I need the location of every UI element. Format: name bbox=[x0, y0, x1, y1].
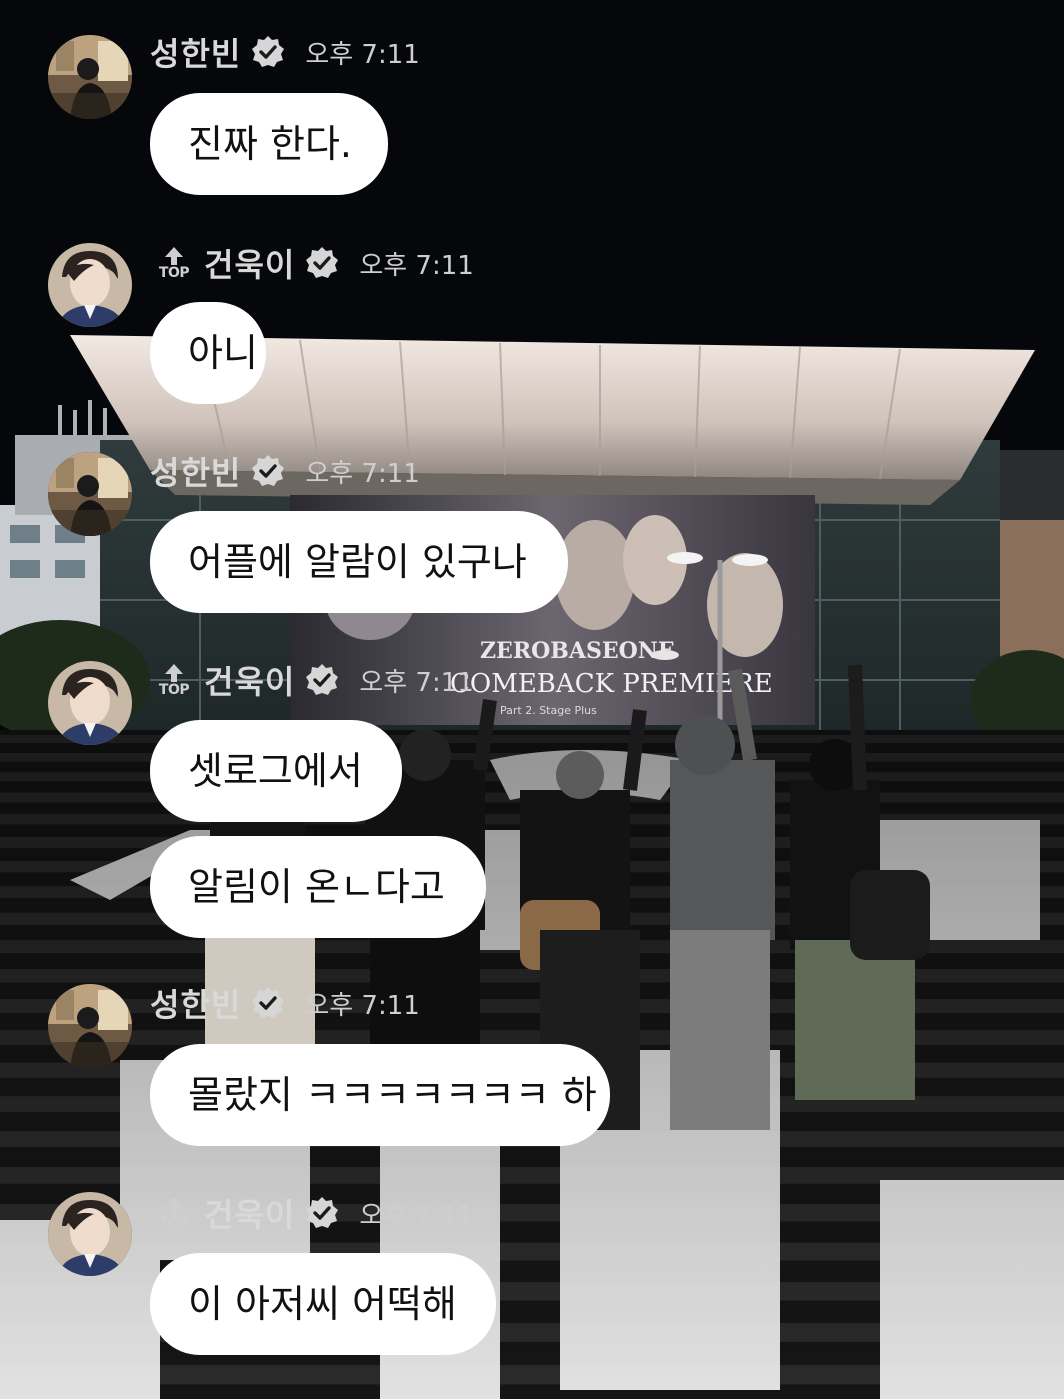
message-time: 오후 7:11 bbox=[359, 667, 474, 698]
verified-check-icon bbox=[252, 455, 285, 486]
message-bubble[interactable]: 어플에 알람이 있구나 bbox=[150, 511, 568, 613]
sender-name[interactable]: 성한빈 bbox=[150, 980, 241, 1026]
avatar-seonghanbin[interactable] bbox=[48, 35, 132, 119]
top-arrow-icon: TOP bbox=[158, 1196, 190, 1231]
message-header: TOP 건욱이 오후 7:11 bbox=[158, 1185, 474, 1241]
top-arrow-icon: TOP bbox=[158, 246, 190, 281]
top-badge-label: TOP bbox=[158, 681, 190, 698]
avatar-geonuk[interactable] bbox=[48, 243, 132, 327]
chat-overlay: 성한빈 오후 7:11 진짜 한다. TOP 건욱이 오후 7:11 아니 성한빈 오후 7:1… bbox=[0, 0, 1064, 1399]
top-badge-label: TOP bbox=[158, 1214, 190, 1231]
message-time: 오후 7:11 bbox=[305, 39, 420, 70]
avatar-geonuk[interactable] bbox=[48, 661, 132, 745]
message-time: 오후 7:11 bbox=[359, 250, 474, 281]
message-bubble[interactable]: 이 아저씨 어떡해 bbox=[150, 1253, 496, 1355]
sender-name[interactable]: 건욱이 bbox=[204, 1190, 295, 1236]
sender-name[interactable]: 성한빈 bbox=[150, 448, 241, 494]
avatar-seonghanbin[interactable] bbox=[48, 452, 132, 536]
message-header: 성한빈 오후 7:11 bbox=[150, 975, 420, 1031]
message-time: 오후 7:11 bbox=[359, 1200, 474, 1231]
message-bubble[interactable]: 알림이 온ㄴ다고 bbox=[150, 836, 486, 938]
verified-check-icon bbox=[306, 664, 339, 695]
message-time: 오후 7:11 bbox=[305, 458, 420, 489]
sender-name[interactable]: 건욱이 bbox=[204, 240, 295, 286]
avatar-seonghanbin[interactable] bbox=[48, 984, 132, 1068]
message-header: TOP 건욱이 오후 7:11 bbox=[158, 652, 474, 708]
avatar-geonuk[interactable] bbox=[48, 1192, 132, 1276]
top-badge-label: TOP bbox=[158, 264, 190, 281]
message-header: TOP 건욱이 오후 7:11 bbox=[158, 235, 474, 291]
message-bubble[interactable]: 진짜 한다. bbox=[150, 93, 388, 195]
message-bubble[interactable]: 아니 bbox=[150, 302, 266, 404]
message-time: 오후 7:11 bbox=[305, 990, 420, 1021]
verified-check-icon bbox=[306, 1197, 339, 1228]
verified-check-icon bbox=[252, 987, 285, 1018]
message-bubble[interactable]: 몰랐지 ㅋㅋㅋㅋㅋㅋㅋ 하 bbox=[150, 1044, 610, 1146]
verified-check-icon bbox=[252, 36, 285, 67]
verified-check-icon bbox=[306, 247, 339, 278]
message-header: 성한빈 오후 7:11 bbox=[150, 443, 420, 499]
sender-name[interactable]: 성한빈 bbox=[150, 29, 241, 75]
message-header: 성한빈 오후 7:11 bbox=[150, 24, 420, 80]
sender-name[interactable]: 건욱이 bbox=[204, 657, 295, 703]
top-arrow-icon: TOP bbox=[158, 663, 190, 698]
message-bubble[interactable]: 셋로그에서 bbox=[150, 720, 402, 822]
